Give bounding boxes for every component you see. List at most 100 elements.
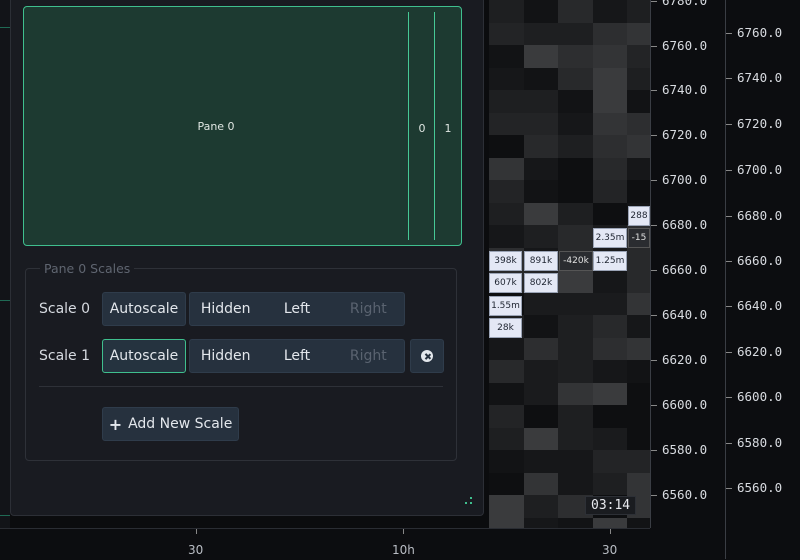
price-tick: 6660.0 (725, 253, 783, 268)
heatmap-tile (558, 67, 594, 91)
heatmap-tile (627, 135, 650, 158)
heatmap-cell-label: 1.25m (593, 251, 627, 271)
heatmap-tile (489, 337, 524, 361)
heatmap-cell-label: 2.35m (593, 228, 627, 248)
heatmap-cell-label: 1.55m (489, 296, 522, 316)
heatmap-tile (489, 90, 524, 113)
heatmap-cell-label: 802k (524, 273, 558, 293)
pane-layout-preview[interactable]: Pane 0 0 1 (23, 6, 462, 246)
heatmap-tile (489, 135, 524, 158)
heatmap-tile (627, 472, 650, 496)
price-tick: 6580.0 (650, 442, 708, 457)
heatmap-tile (627, 315, 650, 338)
heatmap-tile (627, 157, 650, 181)
price-axis-secondary[interactable]: 6760.0 6740.0 6720.0 6700.0 6680.0 6660.… (725, 0, 800, 559)
divider (39, 386, 443, 387)
heatmap-cell-label: 28k (489, 318, 522, 338)
price-tick: 6560.0 (725, 480, 783, 495)
price-axis-primary[interactable]: 6780.0 6760.0 6740.0 6720.0 6700.0 6680.… (650, 0, 726, 528)
heatmap-tile (592, 337, 628, 361)
price-tick: 6760.0 (650, 38, 708, 53)
heatmap-tile (627, 270, 650, 293)
heatmap-tile (558, 315, 594, 338)
price-tick: 6600.0 (650, 397, 708, 412)
heatmap-tile (523, 45, 559, 68)
heatmap-tile (558, 180, 594, 203)
heatmap-tile (523, 472, 559, 496)
remove-scale-button[interactable] (410, 339, 444, 373)
price-tick: 6720.0 (650, 127, 708, 142)
heatmap-tile (592, 180, 628, 203)
right-option[interactable]: Right (333, 340, 404, 372)
heatmap-tile (592, 472, 628, 496)
scale-column-1[interactable]: 1 (434, 12, 461, 240)
heatmap-tile (592, 135, 628, 158)
price-tick: 6700.0 (725, 162, 783, 177)
scale-column-label: 0 (418, 122, 426, 135)
heatmap-tile (523, 225, 559, 248)
heatmap-tile (523, 202, 559, 226)
autoscale-button[interactable]: Autoscale (102, 339, 186, 373)
heatmap-tile (592, 45, 628, 68)
scale-row-label: Scale 1 (39, 348, 91, 364)
heatmap-tile (627, 405, 650, 428)
heatmap-cell-label: -15 (628, 228, 650, 248)
pane-name: Pane 0 (197, 119, 235, 133)
heatmap-tile (523, 180, 559, 203)
heatmap-tile (592, 0, 628, 23)
price-tick: 6740.0 (650, 82, 708, 97)
price-tick: 6740.0 (725, 70, 783, 85)
left-option[interactable]: Left (261, 340, 332, 372)
heatmap-tile (489, 427, 524, 451)
heatmap-tile (523, 427, 559, 451)
scale-position-selector[interactable]: Hidden Left Right (189, 292, 405, 326)
heatmap-tile (489, 225, 524, 248)
heatmap-tile (627, 22, 650, 46)
heatmap-tile (489, 517, 524, 528)
heatmap-tile (489, 180, 524, 203)
heatmap-tile (558, 517, 594, 528)
heatmap-tile (523, 495, 559, 518)
scale-column-0[interactable]: 0 (408, 12, 435, 240)
add-new-scale-button[interactable]: + Add New Scale (102, 407, 239, 441)
heatmap-tile (592, 292, 628, 316)
plus-icon: + (108, 414, 123, 434)
hidden-option[interactable]: Hidden (190, 293, 261, 325)
heatmap-tile (558, 90, 594, 113)
heatmap-tile (627, 45, 650, 68)
heatmap-tile (592, 67, 628, 91)
left-option[interactable]: Left (261, 293, 332, 325)
heatmap-tile (489, 45, 524, 68)
heatmap-tile (592, 270, 628, 293)
price-tick: 6600.0 (725, 389, 783, 404)
heatmap-tile (627, 0, 650, 23)
heatmap-tile (558, 427, 594, 451)
scale-position-selector[interactable]: Hidden Left Right (189, 339, 405, 373)
hidden-option[interactable]: Hidden (190, 340, 261, 372)
heatmap-tile (489, 0, 524, 23)
price-tick: 6760.0 (725, 25, 783, 40)
resize-handle-icon[interactable] (465, 497, 473, 505)
heatmap-cell-label: 891k (524, 251, 558, 271)
heatmap-tile (558, 157, 594, 181)
heatmap-tile (627, 292, 650, 316)
heatmap-cell-label: 607k (489, 273, 522, 293)
heatmap-tile (523, 90, 559, 113)
time-axis[interactable]: 30 10h 30 (0, 528, 650, 560)
heatmap-tile (592, 157, 628, 181)
price-tick: 6640.0 (725, 298, 783, 313)
price-tick: 6560.0 (650, 487, 708, 502)
price-tick: 6780.0 (650, 0, 707, 8)
heatmap-tile (558, 382, 594, 406)
heatmap-tile (627, 247, 650, 271)
heatmap-tile (523, 450, 559, 473)
heatmap-tile (627, 360, 650, 383)
heatmap-tile (627, 427, 650, 451)
autoscale-button[interactable]: Autoscale (102, 292, 186, 326)
heatmap-tile (523, 337, 559, 361)
chart-left-strip (0, 0, 10, 528)
heatmap-tile (523, 315, 559, 338)
heatmap-tile (592, 360, 628, 383)
right-option[interactable]: Right (333, 293, 404, 325)
heatmap-tile (558, 202, 594, 226)
